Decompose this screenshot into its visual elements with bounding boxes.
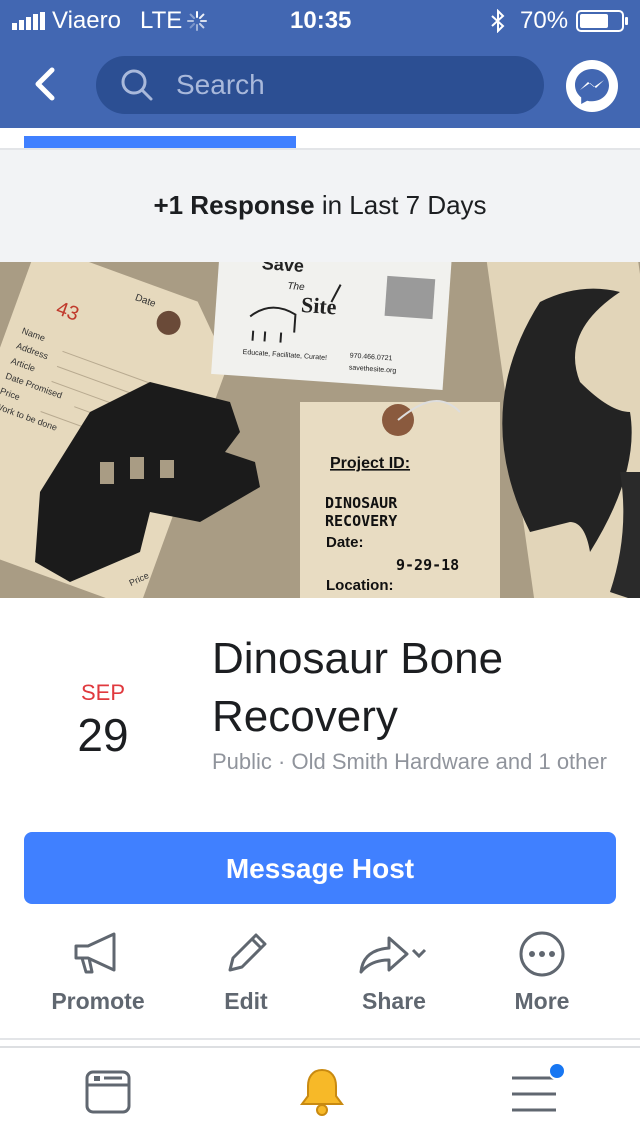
tag-project-label: Project ID: xyxy=(330,455,410,472)
megaphone-icon xyxy=(74,932,116,974)
back-arrow-icon[interactable] xyxy=(24,62,68,106)
network-type: LTE xyxy=(140,7,183,34)
battery-percent: 70% xyxy=(520,7,569,34)
share-button[interactable]: Share xyxy=(324,930,464,1015)
active-tab-indicator[interactable] xyxy=(24,136,296,148)
edit-button[interactable]: Edit xyxy=(176,930,316,1015)
response-period: in Last 7 Days xyxy=(321,190,487,220)
message-host-button[interactable]: Message Host xyxy=(24,832,616,904)
tag-project-name: DINOSAUR xyxy=(325,494,398,512)
status-bar: Viaero LTE 10:35 70% xyxy=(0,0,640,40)
cover-photo-illustration: 43 Date Name Address Article Date Promis… xyxy=(0,262,640,598)
more-label: More xyxy=(514,988,570,1014)
menu-notification-badge xyxy=(548,1062,566,1080)
promote-label: Promote xyxy=(51,988,145,1014)
edit-label: Edit xyxy=(224,988,268,1014)
search-placeholder: Search xyxy=(176,69,265,100)
messenger-icon xyxy=(575,69,609,104)
battery-icon xyxy=(576,10,628,32)
messenger-button[interactable] xyxy=(566,60,618,112)
bluetooth-icon xyxy=(491,9,505,33)
bottom-tab-bar xyxy=(0,1048,640,1136)
event-title: Dinosaur Bone Recovery xyxy=(212,634,504,741)
event-month: SEP xyxy=(80,680,126,705)
tag-date-label: Date: xyxy=(326,534,364,551)
search-icon xyxy=(121,69,153,101)
event-day: 29 xyxy=(77,709,129,761)
news-feed-icon[interactable] xyxy=(84,1068,132,1116)
loading-spinner-icon xyxy=(187,11,207,31)
promote-button[interactable]: Promote xyxy=(28,930,168,1015)
carrier-name: Viaero xyxy=(52,7,121,34)
clock: 10:35 xyxy=(290,7,352,34)
tag-date: 9-29-18 xyxy=(396,556,459,574)
event-subtitle[interactable]: Public · Old Smith Hardware and 1 other xyxy=(212,748,622,776)
tag-project-name: RECOVERY xyxy=(325,512,397,530)
response-count: +1 Response xyxy=(153,190,315,220)
more-button[interactable]: More xyxy=(472,930,612,1015)
pencil-icon xyxy=(228,933,267,972)
sign-site-word: Site xyxy=(300,292,337,319)
share-label: Share xyxy=(362,988,426,1014)
menu-icon[interactable] xyxy=(508,1062,568,1118)
navigation-bar: Search xyxy=(0,40,640,128)
divider xyxy=(0,1038,640,1040)
tag-location-label: Location: xyxy=(326,577,394,594)
share-icon xyxy=(359,936,427,974)
notifications-bell-icon[interactable] xyxy=(298,1066,346,1118)
response-summary[interactable]: +1 Response in Last 7 Days xyxy=(0,190,640,221)
signal-icon xyxy=(12,12,45,30)
more-icon xyxy=(519,931,565,977)
search-input[interactable]: Search xyxy=(96,56,544,114)
event-cover-photo[interactable]: 43 Date Name Address Article Date Promis… xyxy=(0,262,640,598)
